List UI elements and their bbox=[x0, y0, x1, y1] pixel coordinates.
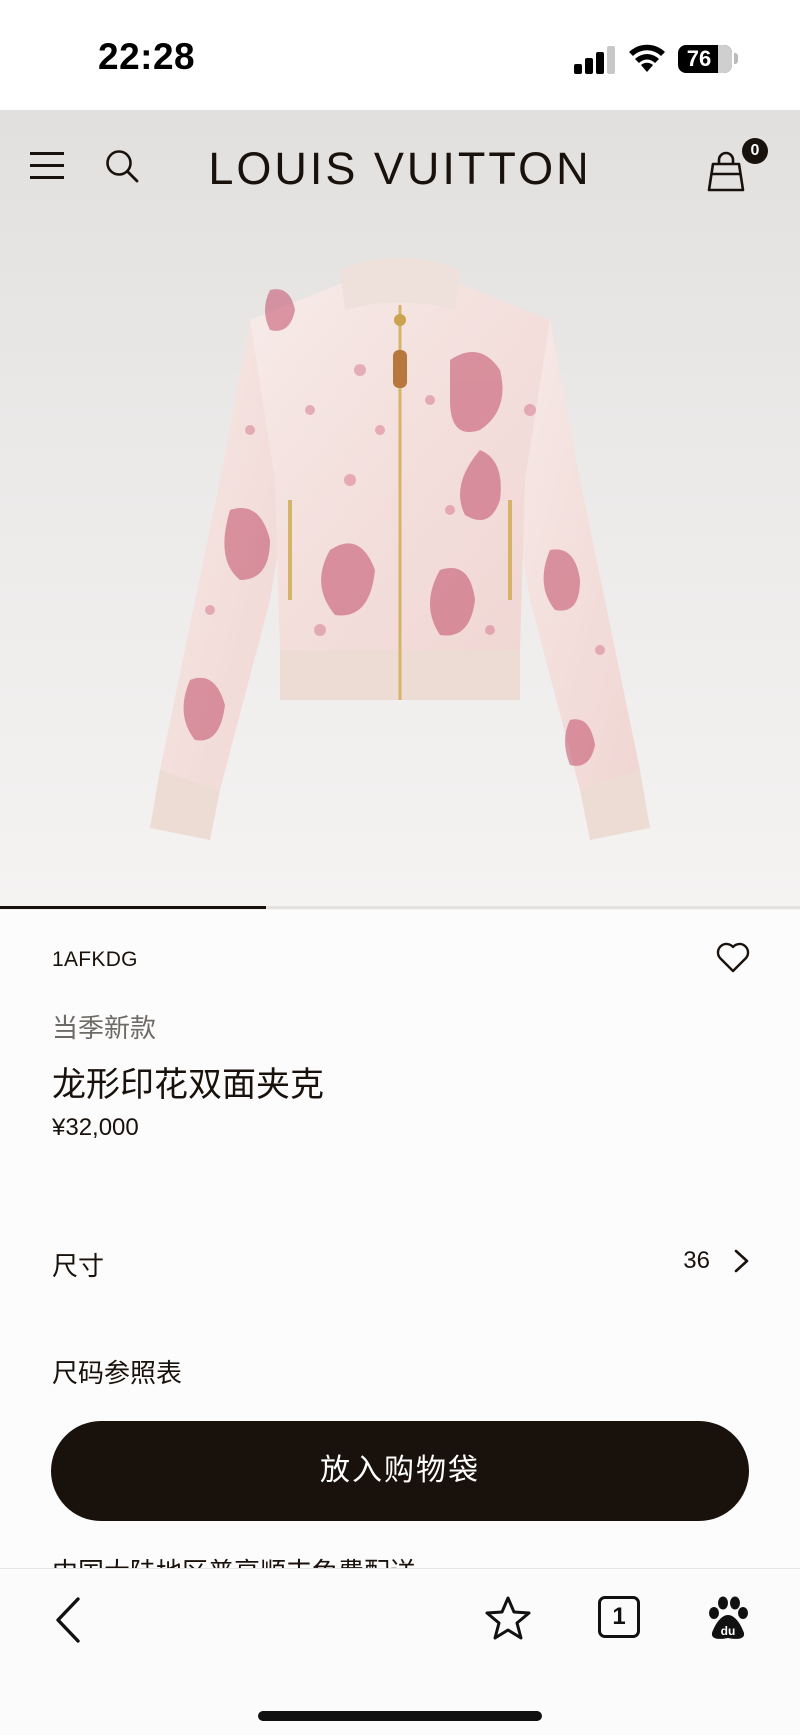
battery-icon: 76 bbox=[678, 45, 732, 73]
product-sku: 1AFKDG bbox=[52, 948, 138, 971]
product-title: 龙形印花双面夹克 bbox=[52, 1066, 324, 1104]
chevron-right-icon bbox=[734, 1249, 749, 1273]
bag-count-badge: 0 bbox=[742, 138, 768, 164]
baidu-icon[interactable]: du bbox=[706, 1595, 750, 1641]
browser-toolbar: 1 du bbox=[0, 1568, 800, 1735]
gallery-progress-fill bbox=[0, 906, 267, 909]
delivery-note: 中国大陆地区普享顺丰免费配送 bbox=[52, 1556, 416, 1568]
gallery-progress bbox=[0, 906, 800, 909]
star-icon[interactable] bbox=[484, 1595, 532, 1641]
size-label: 尺寸 bbox=[52, 1251, 105, 1281]
size-value: 36 bbox=[683, 1247, 710, 1274]
heart-icon[interactable] bbox=[716, 942, 750, 974]
size-selector[interactable]: 尺寸 36 bbox=[52, 1232, 752, 1292]
home-indicator bbox=[258, 1711, 542, 1721]
battery-level: 76 bbox=[686, 46, 712, 71]
product-image bbox=[150, 257, 650, 840]
add-to-bag-button[interactable]: 放入购物袋 bbox=[51, 1421, 749, 1521]
back-icon[interactable] bbox=[52, 1595, 84, 1645]
product-price: ¥32,000 bbox=[52, 1114, 139, 1141]
delivery-note-text: 中国大陆地区普享顺丰免费配送 bbox=[52, 1557, 416, 1568]
product-gallery[interactable]: LOUIS VUITTON 0 bbox=[0, 110, 800, 910]
tabs-icon[interactable]: 1 bbox=[598, 1596, 640, 1638]
signal-icon bbox=[574, 46, 616, 74]
brand-logo[interactable]: LOUIS VUITTON bbox=[0, 143, 800, 195]
status-time: 22:28 bbox=[98, 36, 196, 77]
product-tagline: 当季新款 bbox=[52, 1013, 157, 1043]
svg-text:du: du bbox=[721, 1624, 736, 1638]
size-chart-link[interactable]: 尺码参照表 bbox=[52, 1353, 182, 1390]
wifi-icon bbox=[629, 44, 665, 72]
status-bar: 22:28 76 bbox=[0, 0, 800, 110]
shopping-bag-icon[interactable] bbox=[706, 150, 746, 192]
battery-tip bbox=[734, 53, 738, 64]
